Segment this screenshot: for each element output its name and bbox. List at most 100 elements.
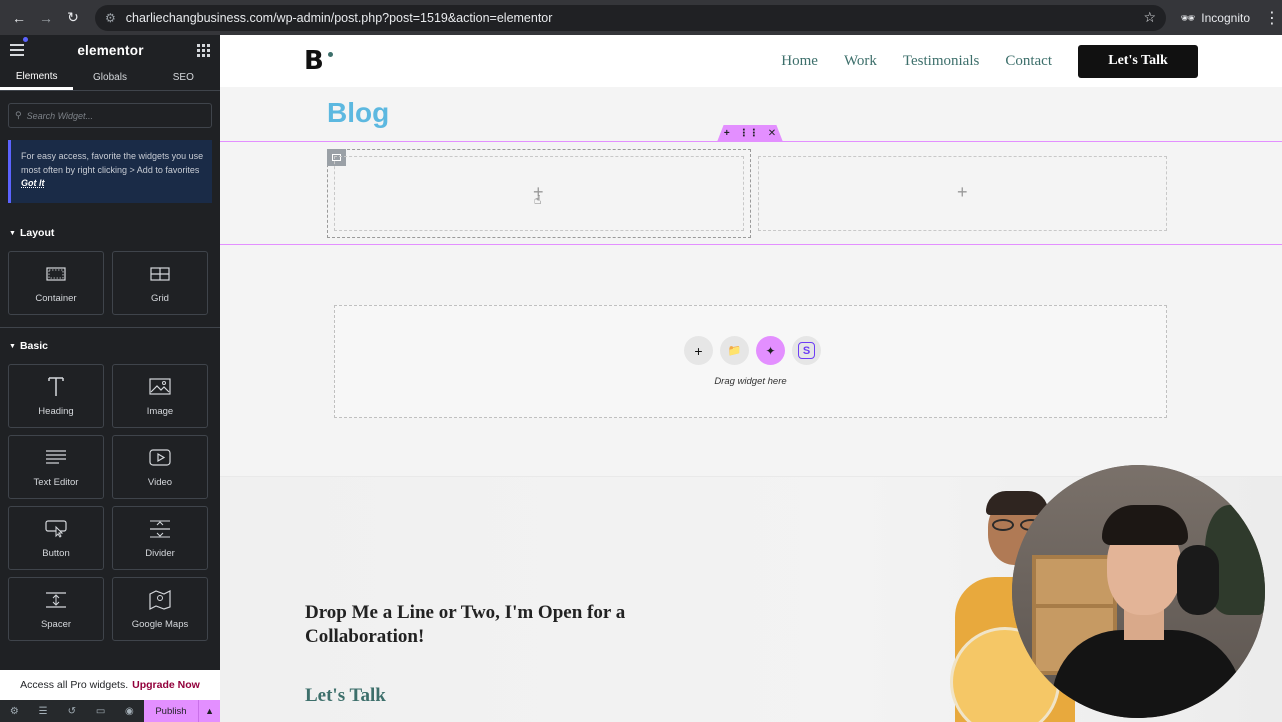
site-nav: Home Work Testimonials Contact Let's Tal… — [755, 44, 1198, 78]
widget-label: Text Editor — [33, 476, 79, 488]
tab-globals[interactable]: Globals — [73, 65, 146, 90]
upgrade-now-link[interactable]: Upgrade Now — [132, 679, 200, 691]
favorites-tip: For easy access, favorite the widgets yo… — [8, 140, 212, 203]
nav-testimonials[interactable]: Testimonials — [903, 53, 979, 70]
ai-sparkle-icon[interactable]: ✦ — [756, 336, 785, 365]
site-header: B Home Work Testimonials Contact Let's T… — [220, 35, 1282, 87]
contact-subheading[interactable]: Let's Talk — [305, 685, 386, 707]
add-element-plus-icon[interactable]: + — [957, 182, 968, 203]
widgets-grid-icon[interactable] — [196, 43, 210, 57]
drag-widget-hint: Drag widget here — [714, 376, 787, 387]
container-icon — [46, 263, 66, 285]
elementor-logo: elementor — [77, 42, 144, 58]
basic-section-title: Basic — [19, 340, 48, 352]
google-maps-icon — [149, 589, 171, 611]
navigator-layers-icon[interactable]: ☰ — [29, 706, 58, 717]
webcam-person-body — [1052, 630, 1242, 718]
promo-text: Access all Pro widgets. — [20, 679, 129, 691]
spacer-icon — [45, 589, 67, 611]
widget-label: Divider — [145, 547, 175, 559]
elementor-panel: elementor Elements Globals SEO ⚲ Search … — [0, 35, 220, 722]
widget-heading[interactable]: Heading — [8, 364, 104, 428]
webcam-overlay — [1012, 465, 1265, 718]
caret-down-icon: ▼ — [9, 342, 16, 350]
delete-section-close-icon[interactable]: ✕ — [768, 128, 776, 139]
layout-section-title: Layout — [19, 227, 55, 239]
settings-gear-icon[interactable]: ⚙ — [0, 706, 29, 717]
incognito-indicator[interactable]: 🕶 Incognito — [1180, 11, 1250, 25]
preview-eye-icon[interactable]: ◉ — [115, 706, 144, 717]
widget-spacer[interactable]: Spacer — [8, 577, 104, 641]
widget-label: Spacer — [40, 618, 72, 630]
history-icon[interactable]: ↺ — [57, 706, 86, 717]
widget-label: Image — [146, 405, 174, 417]
site-logo-letter: B — [304, 46, 324, 76]
tab-elements[interactable]: Elements — [0, 65, 74, 90]
caret-down-icon: ▼ — [9, 229, 16, 237]
image-icon — [149, 376, 171, 398]
widget-label: Button — [42, 547, 70, 559]
bookmark-star-icon[interactable]: ☆ — [1144, 9, 1157, 26]
hamburger-menu-icon[interactable] — [10, 37, 28, 59]
panel-tabs: Elements Globals SEO — [0, 65, 220, 91]
widget-label: Container — [35, 292, 77, 304]
blog-heading[interactable]: Blog — [327, 97, 389, 129]
widget-video[interactable]: Video — [112, 435, 208, 499]
text-editor-icon — [45, 447, 67, 469]
contact-heading[interactable]: Drop Me a Line or Two, I'm Open for a Co… — [305, 601, 685, 649]
publish-button[interactable]: Publish — [143, 700, 199, 722]
widget-google-maps[interactable]: Google Maps — [112, 577, 208, 641]
starter-templates-icon[interactable]: S — [792, 336, 821, 365]
pro-promo-bar: Access all Pro widgets. Upgrade Now — [0, 670, 220, 700]
widget-container[interactable]: Container — [8, 251, 104, 315]
nav-home[interactable]: Home — [781, 53, 818, 70]
address-bar[interactable]: ⚙ charliechangbusiness.com/wp-admin/post… — [95, 4, 1167, 31]
tab-seo[interactable]: SEO — [147, 65, 220, 90]
layout-section-toggle[interactable]: ▼ Layout — [0, 223, 220, 243]
widget-label: Grid — [151, 292, 169, 304]
tip-text: For easy access, favorite the widgets yo… — [21, 151, 204, 175]
widget-label: Video — [147, 476, 173, 488]
url-text: charliechangbusiness.com/wp-admin/post.p… — [125, 10, 553, 25]
webcam-microphone — [1177, 545, 1219, 615]
browser-toolbar: ← → ↻ ⚙ charliechangbusiness.com/wp-admi… — [0, 0, 1282, 35]
add-section-plus-icon[interactable]: + — [684, 336, 713, 365]
widget-search-input[interactable]: ⚲ Search Widget... — [8, 103, 212, 128]
template-library-folder-icon[interactable]: 📁 — [720, 336, 749, 365]
site-settings-icon[interactable]: ⚙ — [105, 11, 116, 25]
heading-icon — [46, 376, 66, 398]
section-handle: + ⋮⋮ ✕ — [717, 125, 783, 142]
button-icon — [45, 518, 67, 540]
section-divider — [0, 327, 220, 328]
video-icon — [149, 447, 171, 469]
incognito-label: Incognito — [1201, 10, 1250, 25]
back-icon[interactable]: ← — [8, 7, 30, 29]
got-it-link[interactable]: Got It — [21, 178, 45, 188]
hand-pointer-cursor-icon: ☝ — [534, 193, 542, 207]
widget-image[interactable]: Image — [112, 364, 208, 428]
nav-contact[interactable]: Contact — [1005, 53, 1052, 70]
drag-handle-icon[interactable]: ⋮⋮ — [739, 128, 759, 139]
site-logo[interactable]: B — [304, 46, 333, 76]
responsive-mode-icon[interactable]: ▭ — [86, 706, 115, 717]
nav-work[interactable]: Work — [844, 53, 877, 70]
widget-button[interactable]: Button — [8, 506, 104, 570]
panel-header: elementor — [0, 35, 220, 65]
browser-menu-icon[interactable]: ⋮ — [1264, 8, 1280, 28]
forward-icon[interactable]: → — [35, 7, 57, 29]
widget-divider[interactable]: Divider — [112, 506, 208, 570]
widget-label: Google Maps — [131, 618, 189, 630]
add-section-plus-icon[interactable]: + — [724, 128, 730, 139]
publish-options-chevron-up-icon[interactable]: ▲ — [198, 700, 220, 722]
basic-section-toggle[interactable]: ▼ Basic — [0, 336, 220, 356]
grid-icon — [150, 263, 170, 285]
widget-grid[interactable]: Grid — [112, 251, 208, 315]
empty-section-dropzone[interactable]: + 📁 ✦ S Drag widget here — [334, 305, 1167, 418]
lets-talk-button[interactable]: Let's Talk — [1078, 44, 1198, 78]
reload-icon[interactable]: ↻ — [62, 7, 84, 29]
webcam-person-hair — [1102, 505, 1188, 545]
column-2-dropzone[interactable]: + — [758, 156, 1167, 231]
search-icon: ⚲ — [15, 110, 22, 120]
search-placeholder: Search Widget... — [26, 110, 94, 121]
widget-text-editor[interactable]: Text Editor — [8, 435, 104, 499]
